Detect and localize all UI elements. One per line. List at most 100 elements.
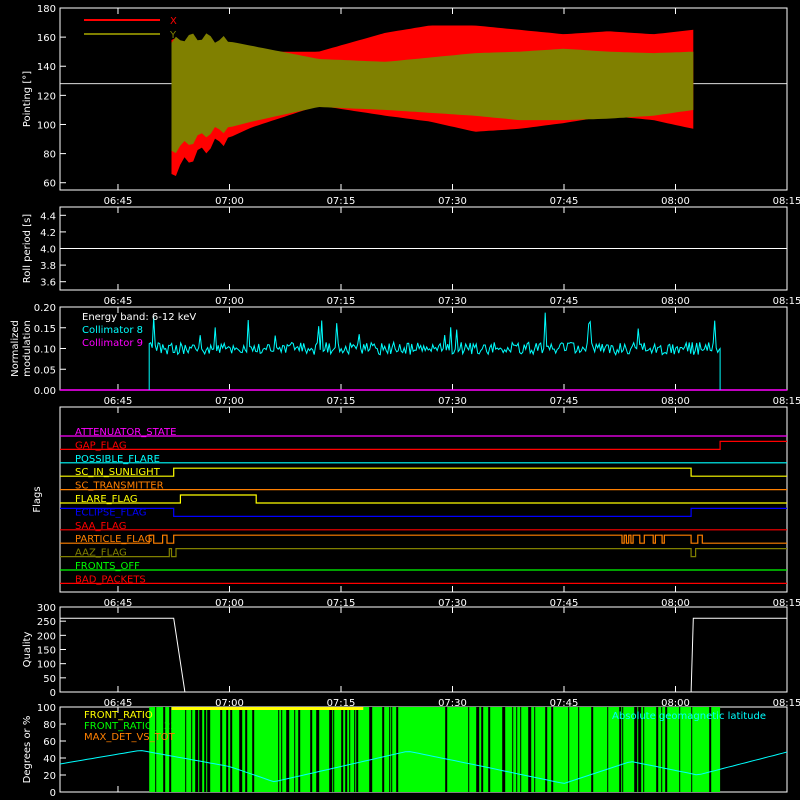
flag-label-particle-flag: PARTICLE_FLAG bbox=[75, 534, 152, 545]
modulation-chart: 0.00 0.05 0.10 0.15 0.20 Normalized modulation… bbox=[10, 303, 787, 397]
ratio-gap bbox=[568, 707, 570, 792]
flag-label-eclipse-flag: ECLIPSE_FLAG bbox=[75, 507, 146, 518]
flag-label-fronts-off: FRONTS_OFF bbox=[75, 561, 140, 572]
ratio-gap bbox=[488, 707, 491, 792]
flag-label-sc-transmitter: SC_TRANSMITTER bbox=[75, 481, 164, 492]
ratio-gap bbox=[528, 707, 532, 792]
ratio-gap bbox=[310, 707, 313, 792]
ratio-gap bbox=[345, 707, 348, 792]
flag-line-aaz-flag bbox=[60, 547, 787, 558]
ratio-gap bbox=[333, 707, 335, 792]
ratio-gap bbox=[468, 707, 470, 792]
x-tick-label: 07:45 bbox=[550, 396, 579, 407]
panel-5: 06:45 07:00 07:15 07:30 07:45 08:00 08:15 bbox=[59, 606, 800, 709]
pointing-chart: 60 80 100 120 140 160 180 Pointing [°] XY bbox=[22, 4, 787, 190]
y-axis-label: Quality bbox=[22, 632, 33, 668]
ratio-gap bbox=[230, 707, 233, 792]
ratio-gap bbox=[476, 707, 480, 792]
flag-label-saa-flag: SAA_FLAG bbox=[75, 521, 126, 532]
y-tick-label: 3.8 bbox=[40, 261, 56, 272]
y-tick-label: 200 bbox=[37, 631, 56, 642]
x-tick-label: 07:30 bbox=[438, 196, 467, 207]
legend-label-front-ratio: FRONT_RATIO bbox=[84, 710, 153, 721]
x-tick-label: 07:15 bbox=[327, 296, 356, 307]
y-tick-label: 4.4 bbox=[40, 211, 56, 222]
x-tick-label: 06:45 bbox=[104, 296, 133, 307]
ratio-gap bbox=[356, 707, 359, 792]
flags-chart: Flags ATTENUATOR_STATE GAP_FLAG POSSIBLE_FL… bbox=[32, 427, 787, 585]
y-tick-label: 0 bbox=[50, 788, 56, 799]
ratio-gap bbox=[512, 707, 514, 792]
ratio-gap bbox=[281, 707, 283, 792]
ratio-gap bbox=[239, 707, 243, 792]
y-tick-label: 4.2 bbox=[40, 228, 56, 239]
y-tick-label: 4.0 bbox=[40, 245, 56, 256]
ratio-gap bbox=[382, 707, 385, 792]
x-tick-label: 08:00 bbox=[661, 396, 690, 407]
panel-frame bbox=[59, 606, 788, 693]
ratio-gap bbox=[252, 707, 255, 792]
ratio-gap bbox=[316, 707, 320, 792]
ratio-gap bbox=[278, 707, 280, 792]
energy-band-annotation: Energy band: 6-12 keV bbox=[82, 312, 196, 323]
y-axis-label-line1: Normalized bbox=[10, 320, 21, 377]
x-tick-label: 07:30 bbox=[438, 296, 467, 307]
ratio-gap bbox=[551, 707, 554, 792]
y-tick-label: 0.15 bbox=[34, 324, 56, 335]
x-tick-label: 07:30 bbox=[438, 396, 467, 407]
ratio-gap bbox=[341, 707, 344, 792]
y-axis-label: Degrees or % bbox=[22, 716, 33, 784]
flag-label-flare-flag: FLARE_FLAG bbox=[75, 494, 138, 505]
x-tick-label: 08:15 bbox=[773, 396, 800, 407]
ratio-gap bbox=[199, 707, 203, 792]
y-tick-label: 250 bbox=[37, 617, 56, 628]
y-tick-label: 100 bbox=[37, 703, 56, 714]
observing-summary-figure: 06:45 07:00 07:15 07:30 07:45 08:00 08:15 06:45… bbox=[10, 4, 800, 799]
y-tick-label: 40 bbox=[43, 754, 56, 765]
x-tick-label: 08:15 bbox=[773, 296, 800, 307]
y-tick-label: 150 bbox=[37, 646, 56, 657]
flag-label-gap-flag: GAP_FLAG bbox=[75, 440, 127, 451]
ratio-gap bbox=[329, 707, 333, 792]
y-tick-label: 60 bbox=[43, 179, 56, 190]
y-tick-label: 80 bbox=[43, 150, 56, 161]
ratio-gap bbox=[169, 707, 172, 792]
quality-line bbox=[60, 617, 787, 693]
ratio-gap bbox=[294, 707, 296, 792]
front-ratio-cap bbox=[171, 707, 364, 710]
ratio-gap bbox=[220, 707, 223, 792]
y-tick-label: 140 bbox=[37, 62, 56, 73]
legend-label-max-det-vs-tot: MAX_DET_VS_TOT bbox=[84, 732, 176, 743]
y-tick-label: 0.20 bbox=[34, 303, 56, 314]
y-tick-label: 80 bbox=[43, 720, 56, 731]
ratio-gap bbox=[354, 707, 356, 792]
ratio-gap bbox=[191, 707, 193, 792]
ratio-gap bbox=[207, 707, 211, 792]
ratio-gap bbox=[298, 707, 301, 792]
y-tick-label: 180 bbox=[37, 4, 56, 15]
flag-label-possible-flare: POSSIBLE_FLARE bbox=[75, 454, 160, 465]
y-tick-label: 0.05 bbox=[34, 365, 56, 376]
flag-label-aaz-flag: AAZ_FLAG bbox=[75, 548, 127, 559]
flag-line-sc-in-sunlight bbox=[60, 467, 787, 477]
ratio-gap bbox=[591, 707, 594, 792]
ratio-gap bbox=[391, 707, 393, 792]
y-tick-label: 0.00 bbox=[34, 386, 56, 397]
x-tick-label: 06:45 bbox=[104, 396, 133, 407]
legend-label-x: X bbox=[170, 16, 177, 27]
flag-line-eclipse-flag bbox=[60, 507, 787, 518]
y-tick-label: 120 bbox=[37, 91, 56, 102]
y-tick-label: 160 bbox=[37, 33, 56, 44]
ratio-gap bbox=[369, 707, 373, 792]
flag-label-attenuator-state: ATTENUATOR_STATE bbox=[75, 427, 176, 438]
ratio-gap bbox=[245, 707, 248, 792]
ratio-gap bbox=[396, 707, 399, 792]
legend-label-y: Y bbox=[169, 30, 177, 41]
ratio-gap bbox=[520, 707, 522, 792]
y-tick-label: 60 bbox=[43, 737, 56, 748]
x-tick-label: 07:15 bbox=[327, 396, 356, 407]
y-tick-label: 20 bbox=[43, 771, 56, 782]
x-tick-label: 06:45 bbox=[104, 196, 133, 207]
panel-2: 06:45 07:00 07:15 07:30 07:45 08:00 08:15 bbox=[59, 206, 800, 307]
y-tick-label: 300 bbox=[37, 603, 56, 614]
